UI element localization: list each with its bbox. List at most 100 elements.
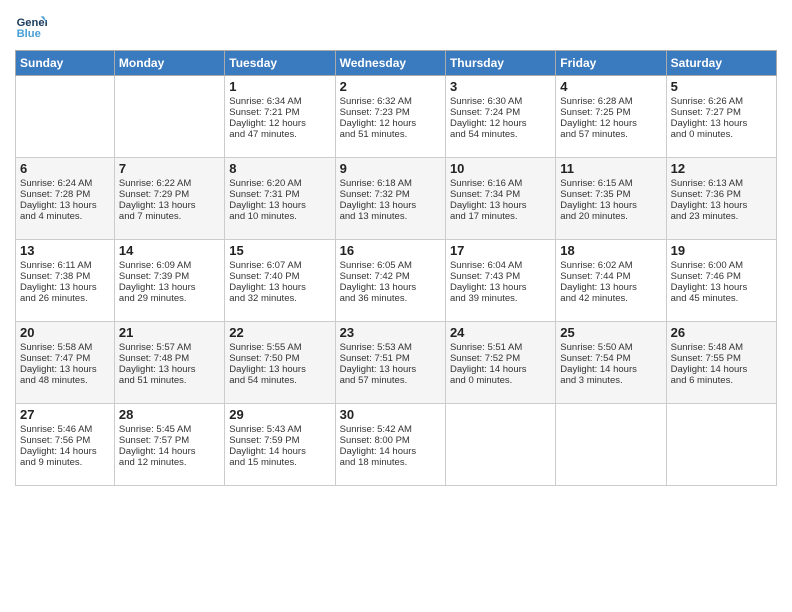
day-info: and 54 minutes. — [229, 375, 330, 386]
calendar-cell: 16Sunrise: 6:05 AMSunset: 7:42 PMDayligh… — [335, 240, 445, 322]
day-info: Sunset: 7:52 PM — [450, 353, 551, 364]
day-info: Sunrise: 6:07 AM — [229, 260, 330, 271]
day-info: Sunset: 8:00 PM — [340, 435, 441, 446]
day-info: Sunrise: 5:57 AM — [119, 342, 220, 353]
calendar-cell: 20Sunrise: 5:58 AMSunset: 7:47 PMDayligh… — [16, 322, 115, 404]
day-number: 29 — [229, 407, 330, 422]
week-row-1: 6Sunrise: 6:24 AMSunset: 7:28 PMDaylight… — [16, 158, 777, 240]
day-info: and 29 minutes. — [119, 293, 220, 304]
calendar-cell: 30Sunrise: 5:42 AMSunset: 8:00 PMDayligh… — [335, 404, 445, 486]
day-number: 24 — [450, 325, 551, 340]
day-info: Sunrise: 6:00 AM — [671, 260, 772, 271]
day-info: Sunrise: 6:22 AM — [119, 178, 220, 189]
header-cell-sunday: Sunday — [16, 51, 115, 76]
day-number: 8 — [229, 161, 330, 176]
day-info: and 3 minutes. — [560, 375, 661, 386]
calendar-cell: 24Sunrise: 5:51 AMSunset: 7:52 PMDayligh… — [445, 322, 555, 404]
header-cell-tuesday: Tuesday — [225, 51, 335, 76]
week-row-2: 13Sunrise: 6:11 AMSunset: 7:38 PMDayligh… — [16, 240, 777, 322]
day-info: Sunset: 7:43 PM — [450, 271, 551, 282]
day-info: Sunrise: 6:18 AM — [340, 178, 441, 189]
day-info: Sunset: 7:28 PM — [20, 189, 110, 200]
calendar-cell: 6Sunrise: 6:24 AMSunset: 7:28 PMDaylight… — [16, 158, 115, 240]
day-info: Sunrise: 5:55 AM — [229, 342, 330, 353]
day-info: Daylight: 13 hours — [450, 282, 551, 293]
day-number: 2 — [340, 79, 441, 94]
day-info: and 23 minutes. — [671, 211, 772, 222]
calendar-cell: 4Sunrise: 6:28 AMSunset: 7:25 PMDaylight… — [556, 76, 666, 158]
day-info: Sunrise: 5:50 AM — [560, 342, 661, 353]
calendar-cell: 10Sunrise: 6:16 AMSunset: 7:34 PMDayligh… — [445, 158, 555, 240]
day-info: Daylight: 12 hours — [229, 118, 330, 129]
day-number: 13 — [20, 243, 110, 258]
calendar-cell: 1Sunrise: 6:34 AMSunset: 7:21 PMDaylight… — [225, 76, 335, 158]
day-info: Sunrise: 6:05 AM — [340, 260, 441, 271]
day-info: Sunset: 7:27 PM — [671, 107, 772, 118]
day-info: Sunset: 7:31 PM — [229, 189, 330, 200]
day-info: and 12 minutes. — [119, 457, 220, 468]
day-info: and 51 minutes. — [340, 129, 441, 140]
day-info: Daylight: 12 hours — [560, 118, 661, 129]
day-info: Sunrise: 5:58 AM — [20, 342, 110, 353]
day-info: Sunrise: 6:13 AM — [671, 178, 772, 189]
day-info: and 51 minutes. — [119, 375, 220, 386]
day-info: Sunset: 7:32 PM — [340, 189, 441, 200]
header-cell-monday: Monday — [114, 51, 224, 76]
calendar-cell: 29Sunrise: 5:43 AMSunset: 7:59 PMDayligh… — [225, 404, 335, 486]
day-info: Sunset: 7:25 PM — [560, 107, 661, 118]
calendar-cell: 12Sunrise: 6:13 AMSunset: 7:36 PMDayligh… — [666, 158, 776, 240]
calendar-cell — [666, 404, 776, 486]
day-info: Sunrise: 6:02 AM — [560, 260, 661, 271]
day-info: Daylight: 13 hours — [229, 282, 330, 293]
day-info: Sunrise: 6:11 AM — [20, 260, 110, 271]
calendar-cell: 13Sunrise: 6:11 AMSunset: 7:38 PMDayligh… — [16, 240, 115, 322]
day-info: and 47 minutes. — [229, 129, 330, 140]
day-info: Sunrise: 6:09 AM — [119, 260, 220, 271]
day-info: Daylight: 13 hours — [229, 364, 330, 375]
calendar-cell: 25Sunrise: 5:50 AMSunset: 7:54 PMDayligh… — [556, 322, 666, 404]
logo: General Blue — [15, 10, 51, 42]
calendar-cell: 2Sunrise: 6:32 AMSunset: 7:23 PMDaylight… — [335, 76, 445, 158]
day-number: 23 — [340, 325, 441, 340]
day-number: 12 — [671, 161, 772, 176]
day-info: and 39 minutes. — [450, 293, 551, 304]
header-row: SundayMondayTuesdayWednesdayThursdayFrid… — [16, 51, 777, 76]
day-info: and 54 minutes. — [450, 129, 551, 140]
day-number: 10 — [450, 161, 551, 176]
day-info: Sunset: 7:57 PM — [119, 435, 220, 446]
day-info: Daylight: 13 hours — [560, 282, 661, 293]
day-info: Daylight: 14 hours — [560, 364, 661, 375]
svg-text:General: General — [17, 17, 47, 29]
day-info: and 48 minutes. — [20, 375, 110, 386]
calendar-cell: 9Sunrise: 6:18 AMSunset: 7:32 PMDaylight… — [335, 158, 445, 240]
day-info: Daylight: 14 hours — [20, 446, 110, 457]
day-info: Daylight: 13 hours — [119, 200, 220, 211]
day-info: Sunrise: 6:26 AM — [671, 96, 772, 107]
day-info: Daylight: 13 hours — [560, 200, 661, 211]
day-info: Sunrise: 6:28 AM — [560, 96, 661, 107]
day-info: and 0 minutes. — [671, 129, 772, 140]
day-info: Sunset: 7:59 PM — [229, 435, 330, 446]
calendar-cell: 27Sunrise: 5:46 AMSunset: 7:56 PMDayligh… — [16, 404, 115, 486]
day-number: 7 — [119, 161, 220, 176]
day-info: Daylight: 14 hours — [671, 364, 772, 375]
day-info: and 45 minutes. — [671, 293, 772, 304]
calendar-cell: 21Sunrise: 5:57 AMSunset: 7:48 PMDayligh… — [114, 322, 224, 404]
calendar-cell: 8 Sunrise: 6:20 AMSunset: 7:31 PMDaylight… — [225, 158, 335, 240]
header: General Blue — [15, 10, 777, 42]
day-info: Daylight: 13 hours — [229, 200, 330, 211]
day-info: and 20 minutes. — [560, 211, 661, 222]
day-number: 27 — [20, 407, 110, 422]
day-info: and 36 minutes. — [340, 293, 441, 304]
day-number: 3 — [450, 79, 551, 94]
day-info: Sunset: 7:51 PM — [340, 353, 441, 364]
calendar-cell — [556, 404, 666, 486]
day-info: Daylight: 12 hours — [340, 118, 441, 129]
day-number: 1 — [229, 79, 330, 94]
day-info: Daylight: 13 hours — [340, 200, 441, 211]
calendar-cell: 28Sunrise: 5:45 AMSunset: 7:57 PMDayligh… — [114, 404, 224, 486]
day-info: Sunset: 7:39 PM — [119, 271, 220, 282]
day-info: and 7 minutes. — [119, 211, 220, 222]
day-number: 28 — [119, 407, 220, 422]
day-info: Sunrise: 6:20 AM — [229, 178, 330, 189]
